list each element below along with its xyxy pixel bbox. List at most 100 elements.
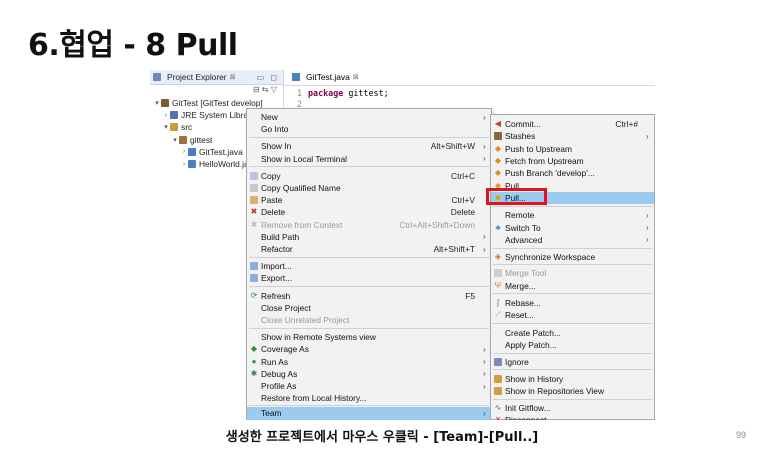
coverage-icon-glyph: ◆ <box>250 344 258 354</box>
menu-item-merge-tool[interactable]: Merge Tool <box>491 267 654 279</box>
debug-icon-glyph: ✱ <box>250 368 258 378</box>
menu-item-label: Switch To <box>505 222 541 233</box>
copy-qualified-icon-glyph <box>250 184 258 193</box>
java-file-icon <box>292 72 300 81</box>
menu-item-show-in-local-terminal[interactable]: Show in Local Terminal › <box>247 153 491 165</box>
menu-item-create-patch[interactable]: Create Patch... <box>491 327 654 339</box>
import-icon-glyph <box>250 262 258 271</box>
menu-item-refactor[interactable]: Refactor Alt+Shift+T › <box>247 243 491 255</box>
remove-context-icon-glyph: ✖ <box>250 219 258 229</box>
menu-item-shortcut: Ctrl+# <box>615 119 638 130</box>
menu-item-delete[interactable]: ✖ Delete Delete <box>247 206 491 218</box>
synchronize-icon: ◈ <box>491 253 505 261</box>
menu-item-reset[interactable]: ⟋ Reset... <box>491 309 654 321</box>
menu-item-label: Close Unrelated Project <box>261 315 350 326</box>
menu-item-profile-as[interactable]: Profile As › <box>247 380 491 392</box>
menu-item-remote[interactable]: Remote › <box>491 209 654 221</box>
menu-item-show-in-repositories-view[interactable]: Show in Repositories View <box>491 385 654 397</box>
menu-item-apply-patch[interactable]: Apply Patch... <box>491 339 654 351</box>
close-icon[interactable]: ⊠ <box>353 73 359 81</box>
slide-caption: 생성한 프로젝트에서 마우스 우클릭 - [Team]-[Pull..] <box>225 430 539 445</box>
menu-item-go-into[interactable]: Go Into <box>247 123 491 135</box>
tree-toggle-icon[interactable]: ▾ <box>153 99 161 107</box>
view-buttons[interactable]: ▭ ◻ <box>257 73 279 82</box>
close-icon[interactable]: ⊠ <box>230 73 236 81</box>
commit-icon-glyph: ◀ <box>494 119 502 129</box>
menu-item-paste[interactable]: Paste Ctrl+V <box>247 194 491 206</box>
editor-tab[interactable]: GitTest.java ⊠ <box>286 70 365 85</box>
menu-item-label: Restore from Local History... <box>261 393 367 404</box>
menu-item-copy[interactable]: Copy Ctrl+C <box>247 170 491 182</box>
menu-item-debug-as[interactable]: ✱ Debug As › <box>247 368 491 380</box>
tree-toggle-icon[interactable]: › <box>180 161 188 168</box>
menu-item-label: Ignore <box>505 357 529 368</box>
page-number: 99 <box>735 430 746 440</box>
menu-item-push-to-upstream[interactable]: ◆ Push to Upstream <box>491 143 654 155</box>
export-icon-glyph <box>250 274 258 283</box>
submenu-arrow-icon: › <box>646 223 649 233</box>
menu-separator <box>493 247 652 249</box>
menu-item-init-gitflow[interactable]: ∿ Init Gitflow... <box>491 402 654 414</box>
editor-tab-label: GitTest.java <box>306 71 350 82</box>
menu-item-label: Export... <box>261 273 293 284</box>
menu-item-refresh[interactable]: ⟳ Refresh F5 <box>247 290 491 302</box>
tree-item-label: src <box>181 122 193 133</box>
menu-item-run-as[interactable]: ● Run As › <box>247 356 491 368</box>
menu-separator <box>493 369 652 371</box>
menu-item-advanced[interactable]: Advanced › <box>491 234 654 246</box>
commit-icon: ◀ <box>491 120 505 128</box>
menu-item-synchronize-workspace[interactable]: ◈ Synchronize Workspace <box>491 251 654 263</box>
menu-item-commit[interactable]: ◀ Commit... Ctrl+# <box>491 118 654 130</box>
tree-node-icon <box>179 135 187 144</box>
menu-item-label: Merge Tool <box>505 268 547 279</box>
menu-item-build-path[interactable]: Build Path › <box>247 231 491 243</box>
menu-item-fetch-from-upstream[interactable]: ◆ Fetch from Upstream <box>491 155 654 167</box>
line-number: 1 <box>296 88 302 98</box>
menu-item-new[interactable]: New › <box>247 111 491 123</box>
tree-toggle-icon[interactable]: ▾ <box>162 123 170 131</box>
menu-item-label: Paste <box>261 195 283 206</box>
project-explorer-tab[interactable]: Project Explorer ⊠ ▭ ◻ <box>150 70 283 85</box>
menu-item-close-project[interactable]: Close Project <box>247 302 491 314</box>
disconnect-icon-glyph: ✕ <box>494 415 502 420</box>
menu-item-rebase[interactable]: ʃ Rebase... <box>491 297 654 309</box>
menu-item-disconnect[interactable]: ✕Disconnect <box>491 414 654 420</box>
tree-toggle-icon[interactable]: ▾ <box>171 136 179 144</box>
fetch-upstream-icon-glyph: ◆ <box>494 156 502 166</box>
menu-separator <box>493 398 652 400</box>
code-line[interactable]: 1 package gittest; <box>286 88 389 98</box>
menu-item-label: Show in Repositories View <box>505 385 604 396</box>
menu-item-label: Merge... <box>505 280 536 291</box>
menu-item-merge[interactable]: Ψ Merge... <box>491 280 654 292</box>
ignore-icon <box>491 358 505 367</box>
menu-item-team[interactable]: Team › <box>247 407 491 420</box>
menu-item-copy-qualified-name[interactable]: Copy Qualified Name <box>247 182 491 194</box>
menu-item-show-in-history[interactable]: Show in History <box>491 372 654 384</box>
submenu-arrow-icon: › <box>646 210 649 220</box>
menu-item-show-in-remote-systems-view[interactable]: Show in Remote Systems view <box>247 331 491 343</box>
ignore-icon-glyph <box>494 358 502 367</box>
slide-title: 6.협업 - 8 Pull <box>28 28 238 63</box>
menu-item-label: Refresh <box>261 290 291 301</box>
menu-item-restore-from-local-history[interactable]: Restore from Local History... <box>247 392 491 404</box>
menu-item-coverage-as[interactable]: ◆ Coverage As › <box>247 343 491 355</box>
menu-item-stashes[interactable]: Stashes › <box>491 130 654 142</box>
menu-item-remove-from-context[interactable]: ✖ Remove from Context Ctrl+Alt+Shift+Down <box>247 219 491 231</box>
tree-toggle-icon[interactable]: › <box>162 112 170 119</box>
menu-item-import[interactable]: Import... <box>247 260 491 272</box>
menu-item-ignore[interactable]: Ignore <box>491 356 654 368</box>
stashes-icon <box>491 132 505 141</box>
menu-item-label: Profile As <box>261 381 297 392</box>
menu-item-export[interactable]: Export... <box>247 272 491 284</box>
tree-toggle-icon[interactable]: › <box>180 148 188 155</box>
menu-item-label: Run As <box>261 356 289 367</box>
menu-item-push-branch-develop[interactable]: ◆ Push Branch 'develop'... <box>491 167 654 179</box>
reset-icon-glyph: ⟋ <box>495 310 501 320</box>
fetch-upstream-icon: ◆ <box>491 157 505 165</box>
menu-item-shortcut: Delete <box>450 207 475 218</box>
explorer-toolbar[interactable]: ⊟ ⇆ ▽ <box>150 85 283 97</box>
menu-item-close-unrelated-project[interactable]: Close Unrelated Project <box>247 314 491 326</box>
menu-item-switch-to[interactable]: ♣ Switch To › <box>491 221 654 233</box>
menu-item-show-in[interactable]: Show In Alt+Shift+W › <box>247 140 491 152</box>
menu-separator <box>493 323 652 324</box>
